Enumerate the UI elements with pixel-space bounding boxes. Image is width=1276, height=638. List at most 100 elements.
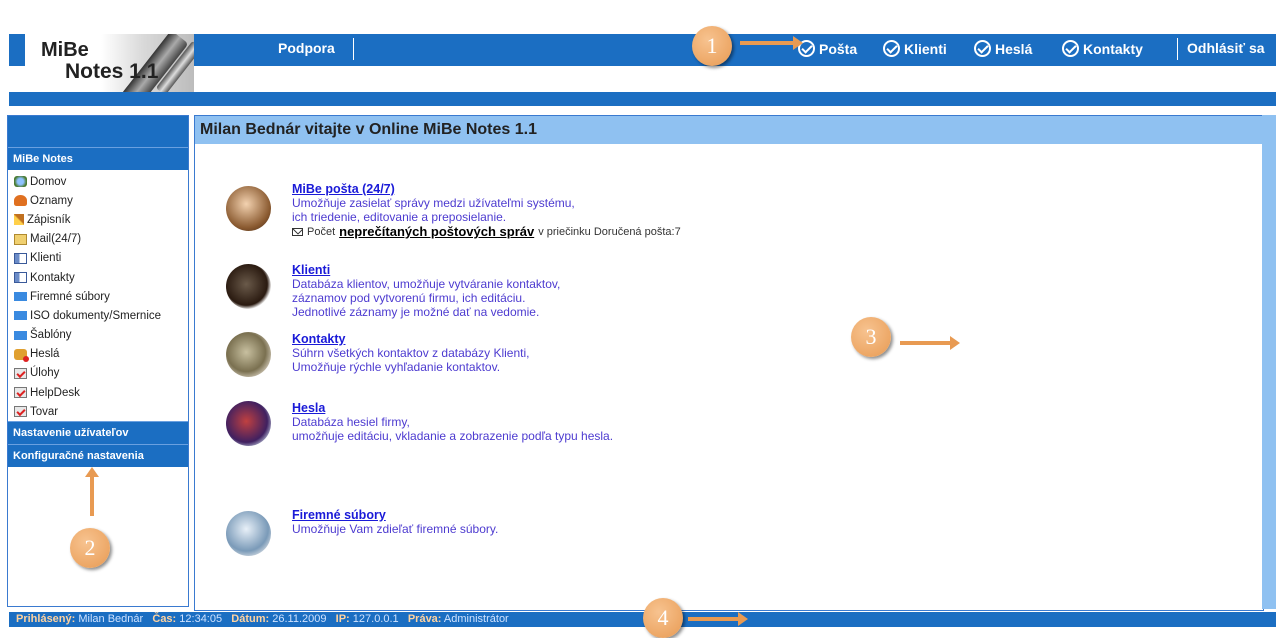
envelope-icon [292, 228, 303, 236]
nav-separator [1177, 38, 1178, 60]
sidebar-item-4[interactable]: Klienti [8, 249, 188, 268]
callout-1: 1 [692, 26, 732, 66]
status-rights-value: Administrátor [443, 613, 509, 625]
sidebar-item-0[interactable]: Domov [8, 172, 188, 191]
sidebar-item-6[interactable]: Firemné súbory [8, 287, 188, 306]
nav-clients-label: Klienti [904, 40, 947, 57]
sidebar-item-2[interactable]: Zápisník [8, 210, 188, 229]
mail-icon [14, 233, 27, 245]
logo-line-1: MiBe [41, 39, 89, 61]
contacts-feature-icon [226, 332, 271, 377]
feature-mail-desc-2: ich triedenie, editovanie a preposielani… [292, 210, 507, 224]
task-icon [14, 406, 27, 418]
header-spacer [9, 66, 1276, 92]
sidebar-section-config[interactable]: Konfiguračné nastavenia [8, 444, 188, 468]
callout-4: 4 [643, 598, 683, 638]
callout-4-arrow [688, 612, 748, 626]
sidebar-item-label: Klienti [30, 252, 62, 265]
sidebar-item-3[interactable]: Mail(24/7) [8, 230, 188, 249]
folder-icon [14, 292, 27, 302]
callout-1-arrow [740, 36, 803, 50]
callout-3-arrow [900, 336, 960, 350]
sidebar-item-label: HelpDesk [30, 386, 80, 399]
nav-clients[interactable]: Klienti [883, 40, 947, 57]
files-feature-icon [226, 511, 271, 556]
status-ip-value: 127.0.0.1 [352, 613, 399, 625]
main-panel: Milan Bednár vitajte v Online MiBe Notes… [194, 115, 1264, 611]
check-circle-icon [1062, 40, 1079, 57]
status-rights-label: Práva: [407, 613, 442, 625]
unread-count-suffix: v priečinku Doručená pošta:7 [538, 226, 681, 238]
callout-2: 2 [70, 528, 110, 568]
sidebar-item-label: Tovar [30, 405, 59, 418]
sidebar-section-main[interactable]: MiBe Notes [8, 147, 188, 170]
logo-line-2: Notes 1.1 [65, 60, 159, 83]
callout-2-arrow [85, 467, 99, 516]
feature-clients-desc-3: Jednotlivé záznamy je možné dať na vedom… [292, 305, 540, 319]
key-icon [14, 348, 29, 362]
page-title: Milan Bednár vitajte v Online MiBe Notes… [195, 116, 1263, 144]
unread-mail-link[interactable]: neprečítaných poštových správ [339, 225, 534, 239]
sidebar-item-10[interactable]: Úlohy [8, 364, 188, 383]
unread-count-prefix: Počet [307, 226, 336, 238]
folder-icon [14, 330, 27, 340]
check-circle-icon [883, 40, 900, 57]
feature-mail: MiBe pošta (24/7) Umožňuje zasielať sprá… [292, 182, 681, 239]
status-date-value: 26.11.2009 [272, 613, 327, 625]
mail-feature-icon [226, 186, 271, 231]
clients-feature-icon [226, 264, 271, 309]
header-strip [9, 92, 1276, 106]
callout-3: 3 [851, 317, 891, 357]
card-icon [14, 252, 27, 264]
status-time-label: Čas: [152, 613, 177, 625]
sidebar-item-label: Oznamy [30, 194, 73, 207]
task-icon [14, 387, 27, 399]
feature-clients-link[interactable]: Klienti [292, 263, 560, 277]
unread-mail-info: Počet neprečítaných poštových správ v pr… [292, 225, 681, 239]
nav-passwords-label: Heslá [995, 40, 1033, 57]
folder-icon [14, 311, 27, 321]
sidebar-item-1[interactable]: Oznamy [8, 191, 188, 210]
support-link[interactable]: Podpora [278, 40, 335, 56]
feature-files: Firemné súbory Umožňuje Vam zdieľať fire… [292, 508, 498, 536]
status-date-label: Dátum: [231, 613, 270, 625]
feature-passwords-desc-2: umožňuje editáciu, vkladanie a zobrazeni… [292, 429, 614, 443]
pencil-icon [14, 214, 24, 226]
app-logo: MiBe Notes 1.1 [25, 34, 194, 92]
sidebar-item-11[interactable]: HelpDesk [8, 383, 188, 402]
sidebar-item-label: ISO dokumenty/Smernice [30, 309, 162, 322]
right-edge-bar [1262, 115, 1276, 609]
feature-passwords: Hesla Databáza hesiel firmy, umožňuje ed… [292, 401, 613, 443]
sidebar-item-8[interactable]: Šablóny [8, 326, 188, 345]
sidebar-item-5[interactable]: Kontakty [8, 268, 188, 287]
status-ip-label: IP: [335, 613, 350, 625]
feature-clients: Klienti Databáza klientov, umožňuje vytv… [292, 263, 560, 319]
nav-mail[interactable]: Pošta [798, 40, 857, 57]
feature-contacts-desc-2: Umožňuje rýchle vyhľadanie kontaktov. [292, 360, 501, 374]
check-circle-icon [974, 40, 991, 57]
sidebar-section-users[interactable]: Nastavenie užívateľov [8, 421, 188, 445]
feature-mail-desc-1: Umožňuje zasielať správy medzi užívateľm… [292, 196, 575, 210]
sidebar-item-label: Úlohy [30, 367, 60, 380]
sidebar-item-12[interactable]: Tovar [8, 402, 188, 421]
sidebar-top-bar [8, 116, 188, 147]
feature-passwords-link[interactable]: Hesla [292, 401, 613, 415]
bell-icon [14, 195, 27, 207]
card-icon [14, 272, 27, 284]
nav-contacts[interactable]: Kontakty [1062, 40, 1143, 57]
sidebar-item-9[interactable]: Heslá [8, 345, 188, 364]
status-user-label: Prihlásený: [16, 613, 76, 625]
feature-passwords-desc-1: Databáza hesiel firmy, [292, 415, 410, 429]
sidebar-item-label: Šablóny [30, 329, 72, 342]
sidebar-items: Domov Oznamy Zápisník Mail(24/7) Klienti Kont… [8, 170, 188, 421]
feature-files-link[interactable]: Firemné súbory [292, 508, 498, 522]
nav-separator [353, 38, 354, 60]
nav-passwords[interactable]: Heslá [974, 40, 1032, 57]
sidebar-item-label: Domov [30, 175, 67, 188]
logout-link[interactable]: Odhlásiť sa [1187, 40, 1265, 56]
sidebar-item-7[interactable]: ISO dokumenty/Smernice [8, 306, 188, 325]
status-user-value: Milan Bednár [78, 613, 144, 625]
feature-contacts-link[interactable]: Kontakty [292, 332, 529, 346]
sidebar-item-label: Heslá [30, 348, 60, 361]
feature-mail-link[interactable]: MiBe pošta (24/7) [292, 182, 681, 196]
